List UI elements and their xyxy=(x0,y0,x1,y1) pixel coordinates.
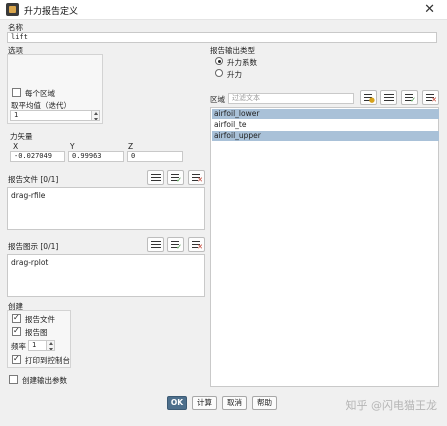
report-plots-check-button[interactable]: ✓ xyxy=(167,237,184,252)
close-icon[interactable]: ✕ xyxy=(424,2,435,17)
x-component-input[interactable]: -0.027049 xyxy=(10,151,65,162)
report-files-list-button[interactable] xyxy=(147,170,164,185)
zone-item-airfoil-lower[interactable]: airfoil_lower xyxy=(212,109,439,119)
per-zone-checkbox[interactable] xyxy=(12,88,21,97)
zones-list: airfoil_lower airfoil_te airfoil_upper xyxy=(210,107,439,387)
compute-button[interactable]: 计算 xyxy=(192,396,217,410)
print-console-checkbox[interactable] xyxy=(12,354,21,364)
report-plot-item[interactable]: drag-rplot xyxy=(11,258,201,267)
title-bar: 升力报告定义 ✕ xyxy=(0,0,447,20)
lift-coefficient-label: 升力系数 xyxy=(227,58,257,67)
frequency-spin-icon[interactable] xyxy=(46,341,54,350)
lift-coefficient-radio[interactable] xyxy=(215,57,223,65)
average-value: 1 xyxy=(14,111,19,119)
report-files-check-icon: ✓ xyxy=(176,176,182,184)
y-component-input[interactable]: 0.99963 xyxy=(68,151,124,162)
select-all-zones-button[interactable]: ● xyxy=(360,90,377,105)
check-icon: ✓ xyxy=(410,96,416,104)
z-component-label: Z xyxy=(128,142,134,151)
frequency-value: 1 xyxy=(32,341,37,349)
app-icon xyxy=(6,3,19,16)
report-file-checkbox[interactable] xyxy=(12,313,21,323)
report-plots-check-icon: ✓ xyxy=(176,243,182,251)
report-files-clear-button[interactable]: ✕ xyxy=(188,170,205,185)
lift-radio[interactable] xyxy=(215,69,223,77)
frequency-stepper[interactable]: 1 xyxy=(28,340,55,351)
clear-icon: ✕ xyxy=(431,96,437,104)
report-definition-dialog: 名称 lift 选项 每个区域 取平均值（迭代） 1 报告输出类型 升力系数 升… xyxy=(0,20,447,426)
print-console-label: 打印到控制台 xyxy=(25,356,70,365)
report-files-list: drag-rfile xyxy=(7,187,205,230)
check-all-zones-button[interactable]: ✓ xyxy=(401,90,418,105)
report-file-label: 报告文件 xyxy=(25,315,55,324)
report-plots-clear-icon: ✕ xyxy=(197,243,203,251)
x-component-label: X xyxy=(13,142,19,151)
y-component-label: Y xyxy=(70,142,75,151)
help-button[interactable]: 帮助 xyxy=(252,396,277,410)
lift-label: 升力 xyxy=(227,70,242,79)
report-plot-checkbox[interactable] xyxy=(12,326,21,336)
create-output-param-label: 创建输出参数 xyxy=(22,376,67,385)
zone-filter-input[interactable]: 过滤文本 xyxy=(228,93,354,104)
create-output-param-checkbox[interactable] xyxy=(9,375,18,384)
zone-item-airfoil-te[interactable]: airfoil_te xyxy=(212,120,439,130)
average-spin-icon[interactable] xyxy=(91,111,99,120)
report-plots-list: drag-rplot xyxy=(7,254,205,297)
report-plots-label: 报告图示 [0/1] xyxy=(8,242,59,251)
per-zone-label: 每个区域 xyxy=(25,89,55,98)
ok-button[interactable]: OK xyxy=(167,396,187,410)
list-view-button[interactable] xyxy=(380,90,397,105)
report-plots-list-button[interactable] xyxy=(147,237,164,252)
zones-label: 区域 xyxy=(210,95,225,104)
name-input[interactable]: lift xyxy=(7,32,437,43)
force-vector-label: 力矢量 xyxy=(10,132,33,141)
report-files-label: 报告文件 [0/1] xyxy=(8,175,59,184)
average-stepper[interactable]: 1 xyxy=(10,110,100,121)
report-files-clear-icon: ✕ xyxy=(197,176,203,184)
select-all-icon: ● xyxy=(368,96,375,104)
clear-zones-button[interactable]: ✕ xyxy=(422,90,439,105)
watermark: 知乎 @闪电猫王龙 xyxy=(345,399,438,412)
z-component-input[interactable]: 0 xyxy=(127,151,183,162)
report-file-item[interactable]: drag-rfile xyxy=(11,191,201,200)
frequency-label: 频率 xyxy=(11,342,26,351)
cancel-button[interactable]: 取消 xyxy=(222,396,247,410)
zone-item-airfoil-upper[interactable]: airfoil_upper xyxy=(212,131,439,141)
report-output-type-label: 报告输出类型 xyxy=(210,46,255,55)
report-plot-label: 报告图 xyxy=(25,328,48,337)
window-title: 升力报告定义 xyxy=(24,7,79,17)
report-plots-clear-button[interactable]: ✕ xyxy=(188,237,205,252)
report-files-check-button[interactable]: ✓ xyxy=(167,170,184,185)
